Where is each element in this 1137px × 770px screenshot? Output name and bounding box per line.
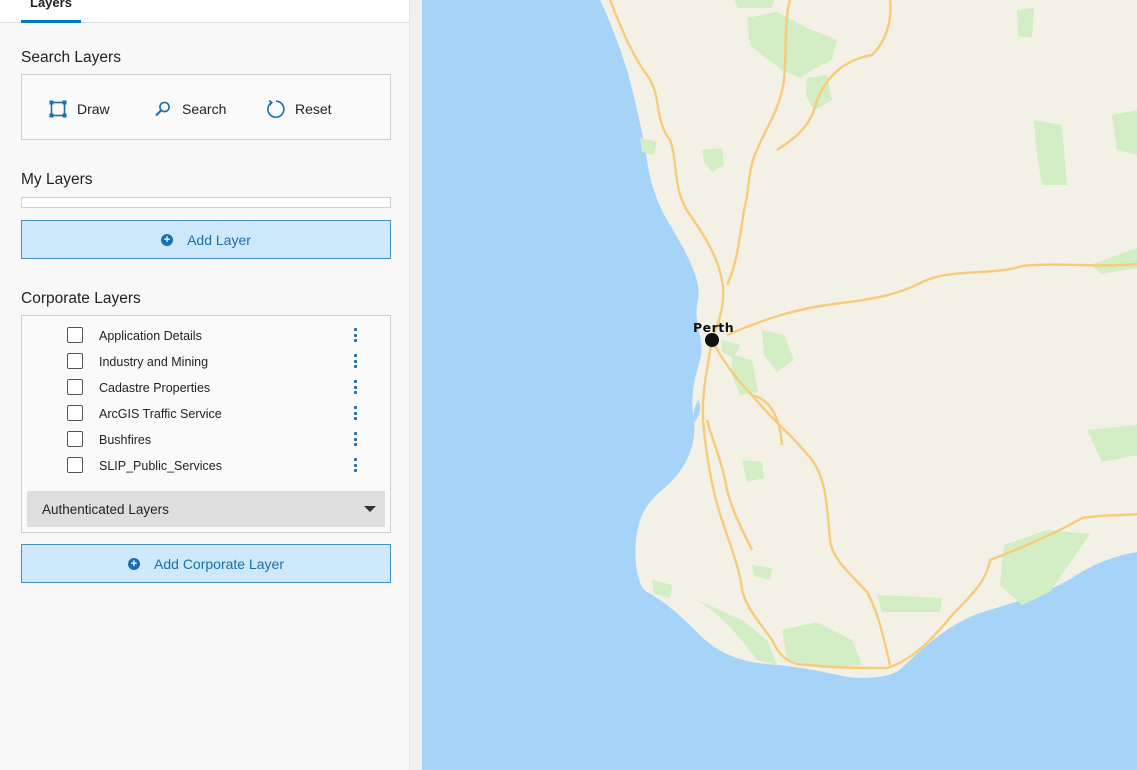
list-item: ArcGIS Traffic Service: [22, 402, 390, 428]
my-layers-title: My Layers: [21, 171, 93, 188]
layer-checkbox[interactable]: [67, 353, 83, 369]
reset-label: Reset: [295, 101, 332, 117]
more-options-icon[interactable]: [352, 328, 358, 342]
layer-checkbox[interactable]: [67, 379, 83, 395]
layer-label: ArcGIS Traffic Service: [99, 407, 222, 421]
caret-down-icon: [364, 506, 376, 512]
layers-panel: Layers Search Layers Draw Search Reset M…: [0, 0, 422, 770]
more-options-icon[interactable]: [352, 406, 358, 420]
layer-checkbox[interactable]: [67, 327, 83, 343]
layer-label: Industry and Mining: [99, 355, 209, 369]
more-options-icon[interactable]: [352, 380, 358, 394]
authenticated-layers-dropdown[interactable]: Authenticated Layers: [27, 491, 385, 527]
panel-scrollbar[interactable]: [409, 0, 422, 770]
map-view[interactable]: Perth: [422, 0, 1137, 770]
more-options-icon[interactable]: [352, 458, 358, 472]
layer-checkbox[interactable]: [67, 457, 83, 473]
my-layers-list: [21, 197, 391, 208]
city-marker-perth[interactable]: [705, 333, 719, 347]
list-item: Industry and Mining: [22, 350, 390, 376]
tab-bar: Layers: [0, 0, 422, 23]
layer-label: Application Details: [99, 329, 202, 343]
basemap: [600, 0, 1137, 678]
list-item: Bushfires: [22, 428, 390, 454]
add-circle-icon: +: [161, 233, 174, 246]
corporate-layers-list: Application Details Industry and Mining …: [21, 315, 391, 533]
layer-label: Bushfires: [99, 433, 152, 447]
reset-button[interactable]: Reset: [265, 99, 332, 119]
layer-label: SLIP_Public_Services: [99, 459, 222, 473]
search-button[interactable]: Search: [154, 99, 226, 119]
authenticated-layers-label: Authenticated Layers: [42, 502, 169, 517]
list-item: Cadastre Properties: [22, 376, 390, 402]
list-item: SLIP_Public_Services: [22, 454, 390, 480]
tab-layers[interactable]: Layers: [21, 0, 81, 23]
add-corporate-layer-button[interactable]: + Add Corporate Layer: [21, 544, 391, 583]
draw-button[interactable]: Draw: [49, 99, 110, 119]
list-item: Application Details: [22, 324, 390, 350]
layer-label: Cadastre Properties: [99, 381, 211, 395]
more-options-icon[interactable]: [352, 432, 358, 446]
add-layer-label: Add Layer: [187, 231, 251, 248]
add-circle-icon: +: [128, 557, 141, 570]
layer-checkbox[interactable]: [67, 405, 83, 421]
search-layers-title: Search Layers: [21, 49, 121, 66]
search-layers-toolbox: Draw Search Reset: [21, 74, 391, 140]
corporate-layers-title: Corporate Layers: [21, 290, 141, 307]
reset-icon: [267, 99, 285, 118]
add-layer-button[interactable]: + Add Layer: [21, 220, 391, 259]
layer-checkbox[interactable]: [67, 431, 83, 447]
more-options-icon[interactable]: [352, 354, 358, 368]
search-label: Search: [182, 101, 227, 117]
draw-rectangle-icon: [49, 100, 67, 118]
add-corporate-layer-label: Add Corporate Layer: [154, 555, 284, 572]
search-icon: [155, 101, 170, 117]
draw-label: Draw: [77, 101, 110, 117]
